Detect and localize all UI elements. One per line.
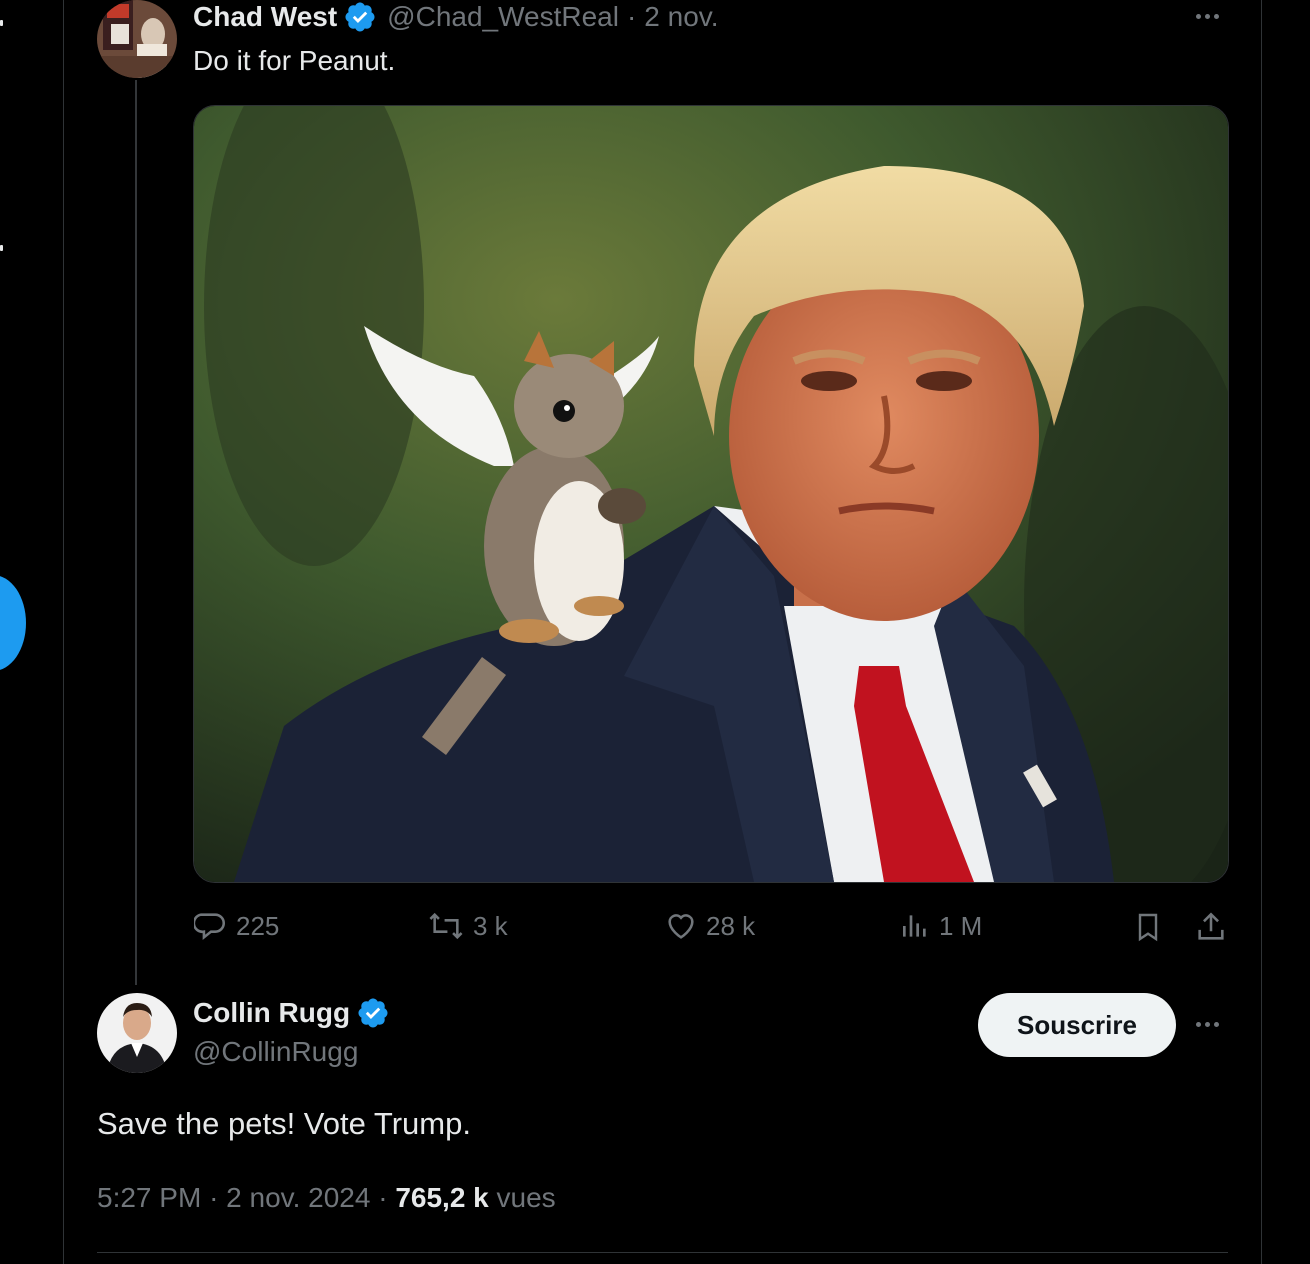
tweet-media-image[interactable] [193, 105, 1229, 883]
nav-fragment [0, 20, 3, 26]
retweet-icon [429, 912, 463, 940]
thread-connector-line [135, 80, 137, 985]
views-button[interactable]: 1 M [899, 909, 982, 943]
chad-west-avatar[interactable] [97, 0, 177, 78]
like-count: 28 k [706, 910, 756, 941]
like-button[interactable]: 28 k [664, 909, 755, 943]
bookmark-button[interactable] [1132, 909, 1164, 945]
more-options-icon[interactable] [1196, 14, 1219, 19]
verified-badge-icon [358, 998, 388, 1028]
divider [97, 1252, 1228, 1253]
verified-badge-icon [345, 2, 375, 32]
analytics-icon [903, 915, 926, 937]
subscribe-button[interactable]: Souscrire [978, 993, 1176, 1057]
tweet-time[interactable]: 5:27 PM [97, 1182, 201, 1213]
share-icon [1198, 912, 1224, 940]
separator: · [209, 1182, 219, 1213]
author-name[interactable]: Collin Rugg [193, 997, 350, 1029]
tweet-date[interactable]: 2 nov. 2024 [226, 1182, 370, 1213]
reply-count: 225 [236, 910, 280, 941]
post-fab-button[interactable] [0, 575, 26, 671]
tweet-date[interactable]: 2 nov. [644, 1, 718, 33]
separator: · [378, 1182, 388, 1213]
heart-icon [668, 914, 694, 939]
column-border-right [1261, 0, 1262, 1264]
views-label: vues [496, 1182, 556, 1213]
retweet-count: 3 k [473, 910, 508, 941]
more-options-icon[interactable] [1196, 1022, 1219, 1027]
share-button[interactable] [1194, 909, 1228, 945]
separator: · [626, 1, 637, 32]
image-media-icon [194, 106, 1228, 882]
main-tweet-text: Save the pets! Vote Trump. [97, 1106, 471, 1141]
main-tweet-header: Collin Rugg [193, 996, 390, 1030]
retweet-button[interactable]: 3 k [427, 909, 508, 943]
parent-tweet-header: Chad West @Chad_WestReal · 2 nov. [193, 0, 719, 34]
views-count: 1 M [939, 910, 983, 941]
collin-rugg-avatar[interactable] [97, 993, 177, 1073]
author-handle[interactable]: @CollinRugg [193, 1036, 358, 1068]
author-handle[interactable]: @Chad_WestReal [387, 1, 619, 33]
parent-tweet-text: Do it for Peanut. [193, 45, 396, 76]
reply-button[interactable]: 225 [194, 909, 279, 943]
views-count: 765,2 k [395, 1182, 489, 1213]
bookmark-icon [1138, 913, 1158, 942]
nav-fragment [0, 245, 3, 251]
tweet-meta: 5:27 PM · 2 nov. 2024 · 765,2 k vues [97, 1182, 556, 1214]
author-name[interactable]: Chad West [193, 1, 337, 33]
reply-icon [194, 913, 225, 940]
column-border-left [63, 0, 64, 1264]
